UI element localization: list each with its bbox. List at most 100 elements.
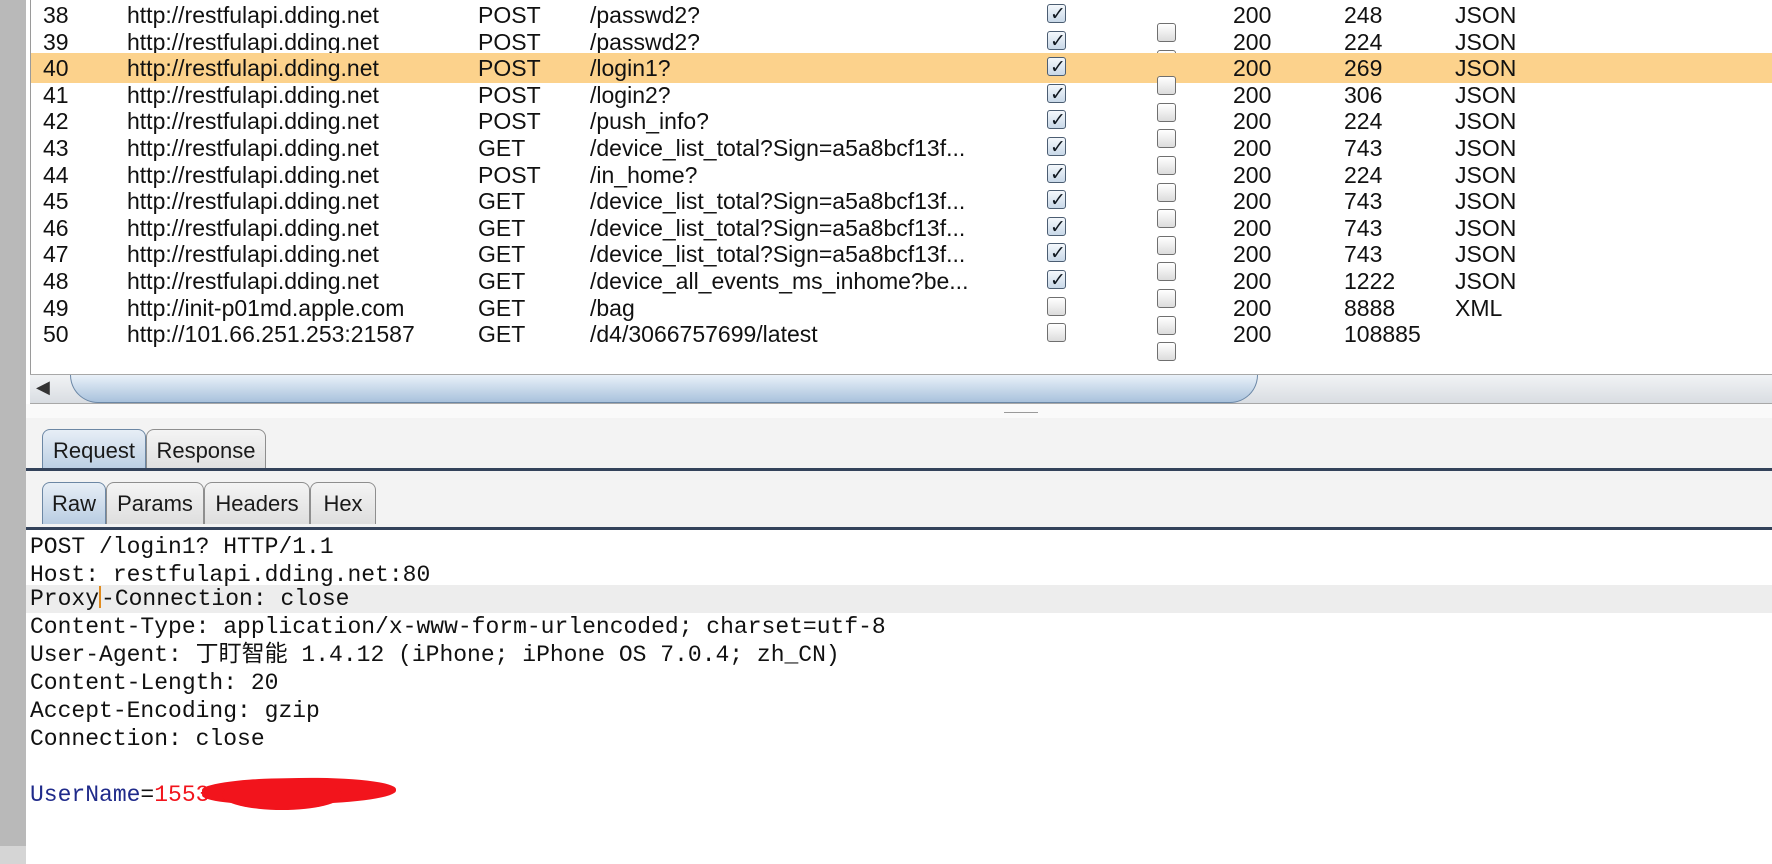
row-method: GET: [478, 188, 526, 214]
view-tabs-bar: Raw Params Headers Hex: [26, 471, 1772, 527]
row-status: 200: [1233, 241, 1272, 267]
tab-raw[interactable]: Raw: [42, 482, 106, 524]
row-length: 743: [1344, 135, 1383, 161]
header-accept-encoding[interactable]: Accept-Encoding: gzip: [30, 697, 320, 725]
scroll-left-arrow-icon[interactable]: ◀: [36, 377, 50, 398]
params-checkbox[interactable]: [1047, 185, 1066, 215]
row-url: /d4/3066757699/latest: [590, 321, 818, 347]
row-method: GET: [478, 268, 526, 294]
row-mime: JSON: [1455, 241, 1517, 267]
table-row[interactable]: 43 http://restfulapi.dding.net GET/device_…: [31, 132, 1772, 175]
row-host: http://restfulapi.dding.net: [127, 2, 379, 28]
header-content-length[interactable]: Content-Length: 20: [30, 669, 278, 697]
table-row[interactable]: 48 http://restfulapi.dding.net GET/device_…: [31, 265, 1772, 308]
header-proxy-connection[interactable]: Proxy-Connection: close: [30, 585, 349, 613]
row-url: /device_list_total?Sign=a5a8bcf13f...: [590, 188, 966, 214]
row-host: http://restfulapi.dding.net: [127, 135, 379, 161]
row-host: http://restfulapi.dding.net: [127, 241, 379, 267]
row-url: /passwd2?: [590, 2, 700, 28]
body-params[interactable]: UserName=1553: [30, 781, 209, 809]
left-edge-bottom: [0, 846, 26, 864]
row-mime: JSON: [1455, 55, 1517, 81]
row-length: 108885: [1344, 321, 1421, 347]
request-line[interactable]: POST /login1? HTTP/1.1: [30, 533, 334, 561]
params-checkbox[interactable]: [1047, 0, 1066, 29]
params-checkbox[interactable]: [1047, 159, 1066, 189]
param-equals: =: [140, 782, 155, 808]
tab-params[interactable]: Params: [106, 482, 204, 524]
row-number: 43: [43, 135, 69, 161]
left-edge-strip: [0, 0, 26, 846]
row-status: 200: [1233, 321, 1272, 347]
table-row[interactable]: 50 http://101.66.251.253:21587 GET/d4/3066…: [31, 319, 1772, 361]
params-checkbox[interactable]: [1047, 52, 1066, 82]
row-number: 40: [43, 55, 69, 81]
params-checkbox[interactable]: [1047, 212, 1066, 242]
row-method: GET: [478, 241, 526, 267]
header-proxy-connection-part2: -Connection: close: [101, 586, 350, 612]
row-number: 38: [43, 2, 69, 28]
row-status: 200: [1233, 135, 1272, 161]
tab-request[interactable]: Request: [42, 429, 146, 471]
params-checkbox[interactable]: [1047, 323, 1066, 342]
row-status: 200: [1233, 55, 1272, 81]
proxy-history-table: 38 http://restfulapi.dding.net POST/passwd…: [30, 0, 1772, 374]
row-mime: JSON: [1455, 268, 1517, 294]
row-number: 48: [43, 268, 69, 294]
row-mime: JSON: [1455, 188, 1517, 214]
header-connection[interactable]: Connection: close: [30, 725, 265, 753]
row-method: GET: [478, 321, 526, 347]
table-row[interactable]: 38 http://restfulapi.dding.net POST/passwd…: [31, 0, 1772, 42]
row-url: /device_list_total?Sign=a5a8bcf13f...: [590, 135, 966, 161]
row-host: http://restfulapi.dding.net: [127, 188, 379, 214]
row-host: http://restfulapi.dding.net: [127, 55, 379, 81]
param-name: UserName: [30, 782, 141, 808]
raw-request-editor[interactable]: POST /login1? HTTP/1.1 Host: restfulapi.…: [26, 530, 1772, 864]
header-user-agent[interactable]: User-Agent: 丁盯智能 1.4.12 (iPhone; iPhone …: [30, 641, 840, 669]
table-row[interactable]: 45 http://restfulapi.dding.net GET/device_…: [31, 185, 1772, 228]
row-number: 50: [43, 321, 69, 347]
row-status: 200: [1233, 268, 1272, 294]
row-length: 248: [1344, 2, 1383, 28]
row-method: POST: [478, 2, 541, 28]
params-checkbox[interactable]: [1047, 132, 1066, 162]
params-checkbox[interactable]: [1047, 238, 1066, 268]
row-host: http://restfulapi.dding.net: [127, 268, 379, 294]
row-host: http://101.66.251.253:21587: [127, 321, 415, 347]
message-tabs-bar: Request Response: [26, 418, 1772, 471]
params-checkbox[interactable]: [1047, 26, 1066, 56]
table-row[interactable]: 40 http://restfulapi.dding.net POST/login1…: [31, 52, 1772, 95]
row-url: /login1?: [590, 55, 671, 81]
scrollbar-thumb[interactable]: [70, 375, 1258, 403]
redaction-mark-overlap: [222, 780, 342, 810]
params-checkbox[interactable]: [1047, 297, 1066, 316]
header-proxy-connection-part1: Proxy: [30, 586, 100, 612]
tab-hex[interactable]: Hex: [310, 482, 376, 524]
row-length: 1222: [1344, 268, 1396, 294]
params-checkbox[interactable]: [1047, 265, 1066, 295]
params-checkbox[interactable]: [1047, 105, 1066, 135]
row-length: 743: [1344, 188, 1383, 214]
row-status: 200: [1233, 2, 1272, 28]
row-mime: JSON: [1455, 108, 1517, 134]
row-mime: JSON: [1455, 135, 1517, 161]
table-row[interactable]: 42 http://restfulapi.dding.net POST/push_i…: [31, 105, 1772, 148]
row-url: /push_info?: [590, 108, 709, 134]
params-checkbox[interactable]: [1047, 79, 1066, 109]
tab-response[interactable]: Response: [146, 429, 266, 471]
table-row[interactable]: 47 http://restfulapi.dding.net GET/device_…: [31, 238, 1772, 281]
edited-checkbox[interactable]: [1157, 342, 1176, 361]
tab-headers[interactable]: Headers: [204, 482, 310, 524]
row-host: http://restfulapi.dding.net: [127, 108, 379, 134]
row-number: 45: [43, 188, 69, 214]
split-pane-divider[interactable]: [26, 404, 1772, 418]
row-length: 269: [1344, 55, 1383, 81]
row-url: /device_all_events_ms_inhome?be...: [590, 268, 969, 294]
row-number: 47: [43, 241, 69, 267]
row-length: 224: [1344, 108, 1383, 134]
row-length: 743: [1344, 241, 1383, 267]
header-content-type[interactable]: Content-Type: application/x-www-form-url…: [30, 613, 886, 641]
row-method: GET: [478, 135, 526, 161]
row-method: POST: [478, 55, 541, 81]
horizontal-scrollbar[interactable]: ◀: [30, 374, 1772, 404]
